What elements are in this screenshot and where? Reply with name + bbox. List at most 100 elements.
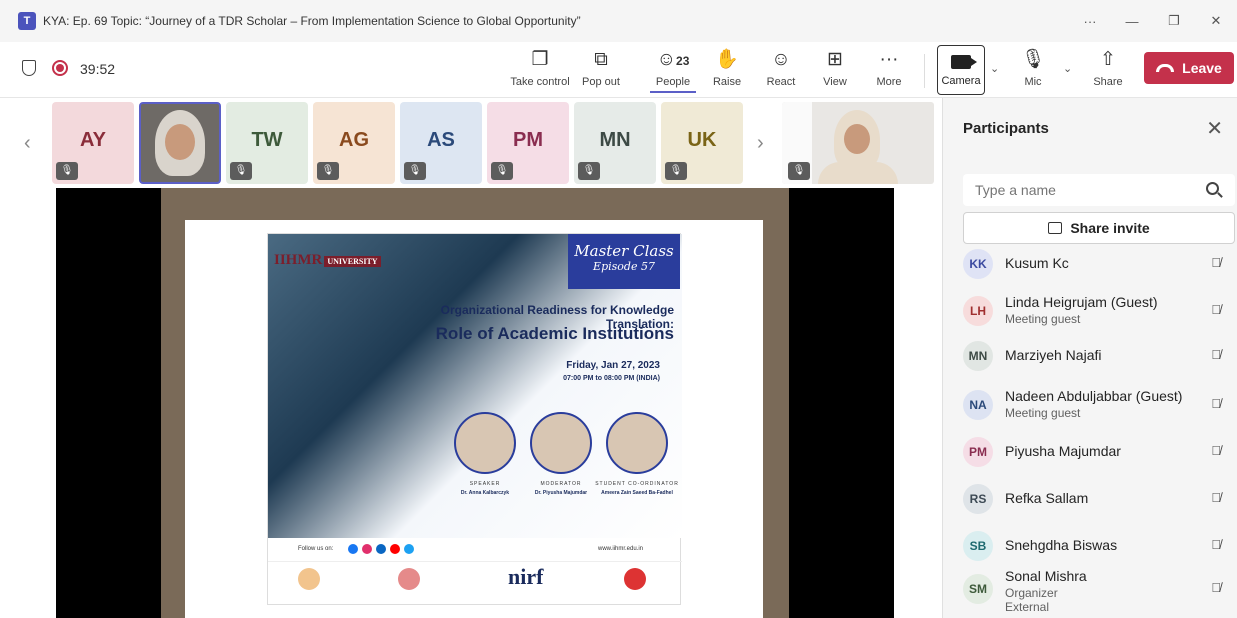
leave-button[interactable]: Leave	[1144, 52, 1234, 84]
tile-initials: TW	[251, 129, 283, 151]
participant-avatar: SM	[963, 574, 993, 604]
instagram-icon	[362, 544, 372, 554]
facebook-icon	[348, 544, 358, 554]
strip-next-arrow-icon[interactable]: ›	[757, 132, 764, 155]
recording-icon	[52, 60, 68, 76]
participant-avatar: KK	[963, 249, 993, 279]
tile-initials: PM	[513, 129, 543, 151]
participant-row[interactable]: SM Sonal Mishra Organizer External 🎙̸	[963, 568, 1235, 614]
take-control-button[interactable]: ❐ Take control	[510, 46, 570, 94]
mic-muted-icon: 🎙	[56, 162, 78, 180]
pop-out-icon: ⧉	[594, 49, 608, 70]
participant-row[interactable]: RS Refka Sallam 🎙̸	[963, 478, 1235, 522]
participant-tile[interactable]: AY 🎙	[52, 102, 134, 184]
mic-button[interactable]: 🎙 Mic	[1010, 46, 1056, 94]
share-label: Share	[1093, 76, 1123, 88]
participant-tile[interactable]: MN 🎙	[574, 102, 656, 184]
participant-tile[interactable]	[139, 102, 221, 184]
minimize-icon[interactable]: —	[1111, 14, 1153, 29]
panel-title: Participants	[963, 120, 1049, 137]
mic-muted-icon: 🎙̸	[1211, 347, 1221, 362]
participant-name: Sonal Mishra	[1005, 568, 1087, 584]
participant-tile[interactable]: PM 🎙	[487, 102, 569, 184]
participant-avatar: NA	[963, 390, 993, 420]
people-label: People	[650, 76, 696, 93]
leave-label: Leave	[1182, 60, 1222, 76]
participant-name: Piyusha Majumdar	[1005, 443, 1121, 459]
participant-tile[interactable]: AG 🎙	[313, 102, 395, 184]
raise-hand-icon: ✋	[715, 49, 739, 70]
strip-prev-arrow-icon[interactable]: ‹	[24, 132, 31, 155]
participant-name: Nadeen Abduljabbar (Guest)	[1005, 388, 1183, 404]
participant-row[interactable]: MN Marziyeh Najafi 🎙̸	[963, 335, 1235, 379]
people-button[interactable]: ☺23 People	[650, 46, 696, 94]
search-icon[interactable]	[1206, 182, 1219, 195]
participant-avatar: RS	[963, 484, 993, 514]
raise-hand-button[interactable]: ✋ Raise	[708, 46, 746, 94]
participant-tile[interactable]: TW 🎙	[226, 102, 308, 184]
presenter-shoulders	[818, 162, 898, 184]
mic-muted-icon: 🎙̸	[1211, 580, 1221, 595]
masterclass-title: Master Class	[574, 242, 674, 260]
mic-muted-icon: 🎙̸	[1211, 537, 1221, 552]
participant-role: Meeting guest	[1005, 312, 1081, 326]
participant-tile[interactable]: UK 🎙	[661, 102, 743, 184]
share-invite-button[interactable]: Share invite	[963, 212, 1235, 244]
participant-name: Kusum Kc	[1005, 255, 1069, 271]
mic-muted-icon: 🎙	[578, 162, 600, 180]
mic-muted-icon: 🎙	[788, 162, 810, 180]
close-panel-icon[interactable]: ✕	[1206, 116, 1223, 141]
coordinator-name: Ameera Zain Saeed Ba-Fadhel	[601, 490, 673, 496]
more-label: More	[876, 76, 902, 88]
mic-muted-icon: 🎙̸	[1211, 302, 1221, 317]
shared-screen: IIHMR UNIVERSITY Master Class Episode 57 …	[56, 188, 894, 618]
view-label: View	[823, 76, 847, 88]
participant-name: Snehgdha Biswas	[1005, 537, 1118, 553]
participant-row[interactable]: SB Snehgdha Biswas 🎙̸	[963, 525, 1235, 569]
more-icon: ···	[879, 49, 899, 70]
presenter-video[interactable]: 🎙	[782, 102, 934, 184]
mic-options-chevron-icon[interactable]: ⌄	[1063, 62, 1072, 75]
participant-avatar: PM	[963, 437, 993, 467]
slide: IIHMR UNIVERSITY Master Class Episode 57 …	[185, 220, 763, 618]
share-button[interactable]: ⇧ Share	[1086, 46, 1130, 94]
linkedin-icon	[376, 544, 386, 554]
react-button[interactable]: ☺ React	[762, 46, 800, 94]
slide-background: IIHMR UNIVERSITY Master Class Episode 57 …	[161, 188, 789, 618]
react-label: React	[766, 76, 796, 88]
camera-icon	[951, 55, 977, 69]
participant-avatar: SB	[963, 531, 993, 561]
camera-button[interactable]: Camera	[937, 45, 985, 95]
participant-tile[interactable]: AS 🎙	[400, 102, 482, 184]
follow-us-text: Follow us on:	[298, 546, 334, 552]
participant-row[interactable]: NA Nadeen Abduljabbar (Guest) Meeting gues…	[963, 384, 1235, 428]
react-icon: ☺	[771, 49, 791, 70]
coordinator-role: STUDENT CO-ORDINATOR	[595, 481, 679, 487]
more-button[interactable]: ··· More	[870, 46, 908, 94]
participant-name: Refka Sallam	[1005, 490, 1089, 506]
participant-row[interactable]: LH Linda Heigrujam (Guest) Meeting guest 🎙̸	[963, 290, 1235, 334]
moderator-photo	[530, 412, 592, 474]
participant-avatar: LH	[963, 296, 993, 326]
close-window-icon[interactable]: ✕	[1195, 13, 1237, 29]
more-options-icon[interactable]: ···	[1069, 14, 1111, 29]
participant-row[interactable]: PM Piyusha Majumdar 🎙̸	[963, 431, 1235, 475]
poster-title-line2: Role of Academic Institutions	[435, 324, 674, 343]
poster-url: www.iihmr.edu.in	[598, 546, 644, 552]
share-invite-label: Share invite	[1070, 220, 1150, 236]
restore-icon[interactable]: ❐	[1153, 13, 1195, 29]
participant-row[interactable]: KK Kusum Kc 🎙̸	[963, 243, 1235, 287]
mic-muted-icon: 🎙	[230, 162, 252, 180]
mic-muted-icon: 🎙	[317, 162, 339, 180]
meeting-toolbar: 39:52 ❐ Take control ⧉ Pop out ☺23 Peopl…	[0, 42, 1237, 98]
camera-options-chevron-icon[interactable]: ⌄	[990, 62, 999, 75]
shield-icon[interactable]	[22, 60, 36, 76]
share-invite-icon	[1048, 222, 1063, 234]
view-button[interactable]: ⊞ View	[816, 46, 854, 94]
take-control-icon: ❐	[531, 49, 549, 70]
mic-label: Mic	[1024, 76, 1042, 88]
participant-search-input[interactable]	[963, 174, 1235, 206]
pop-out-button[interactable]: ⧉ Pop out	[579, 46, 623, 94]
tile-face	[165, 124, 195, 160]
poster-footer	[268, 561, 682, 606]
